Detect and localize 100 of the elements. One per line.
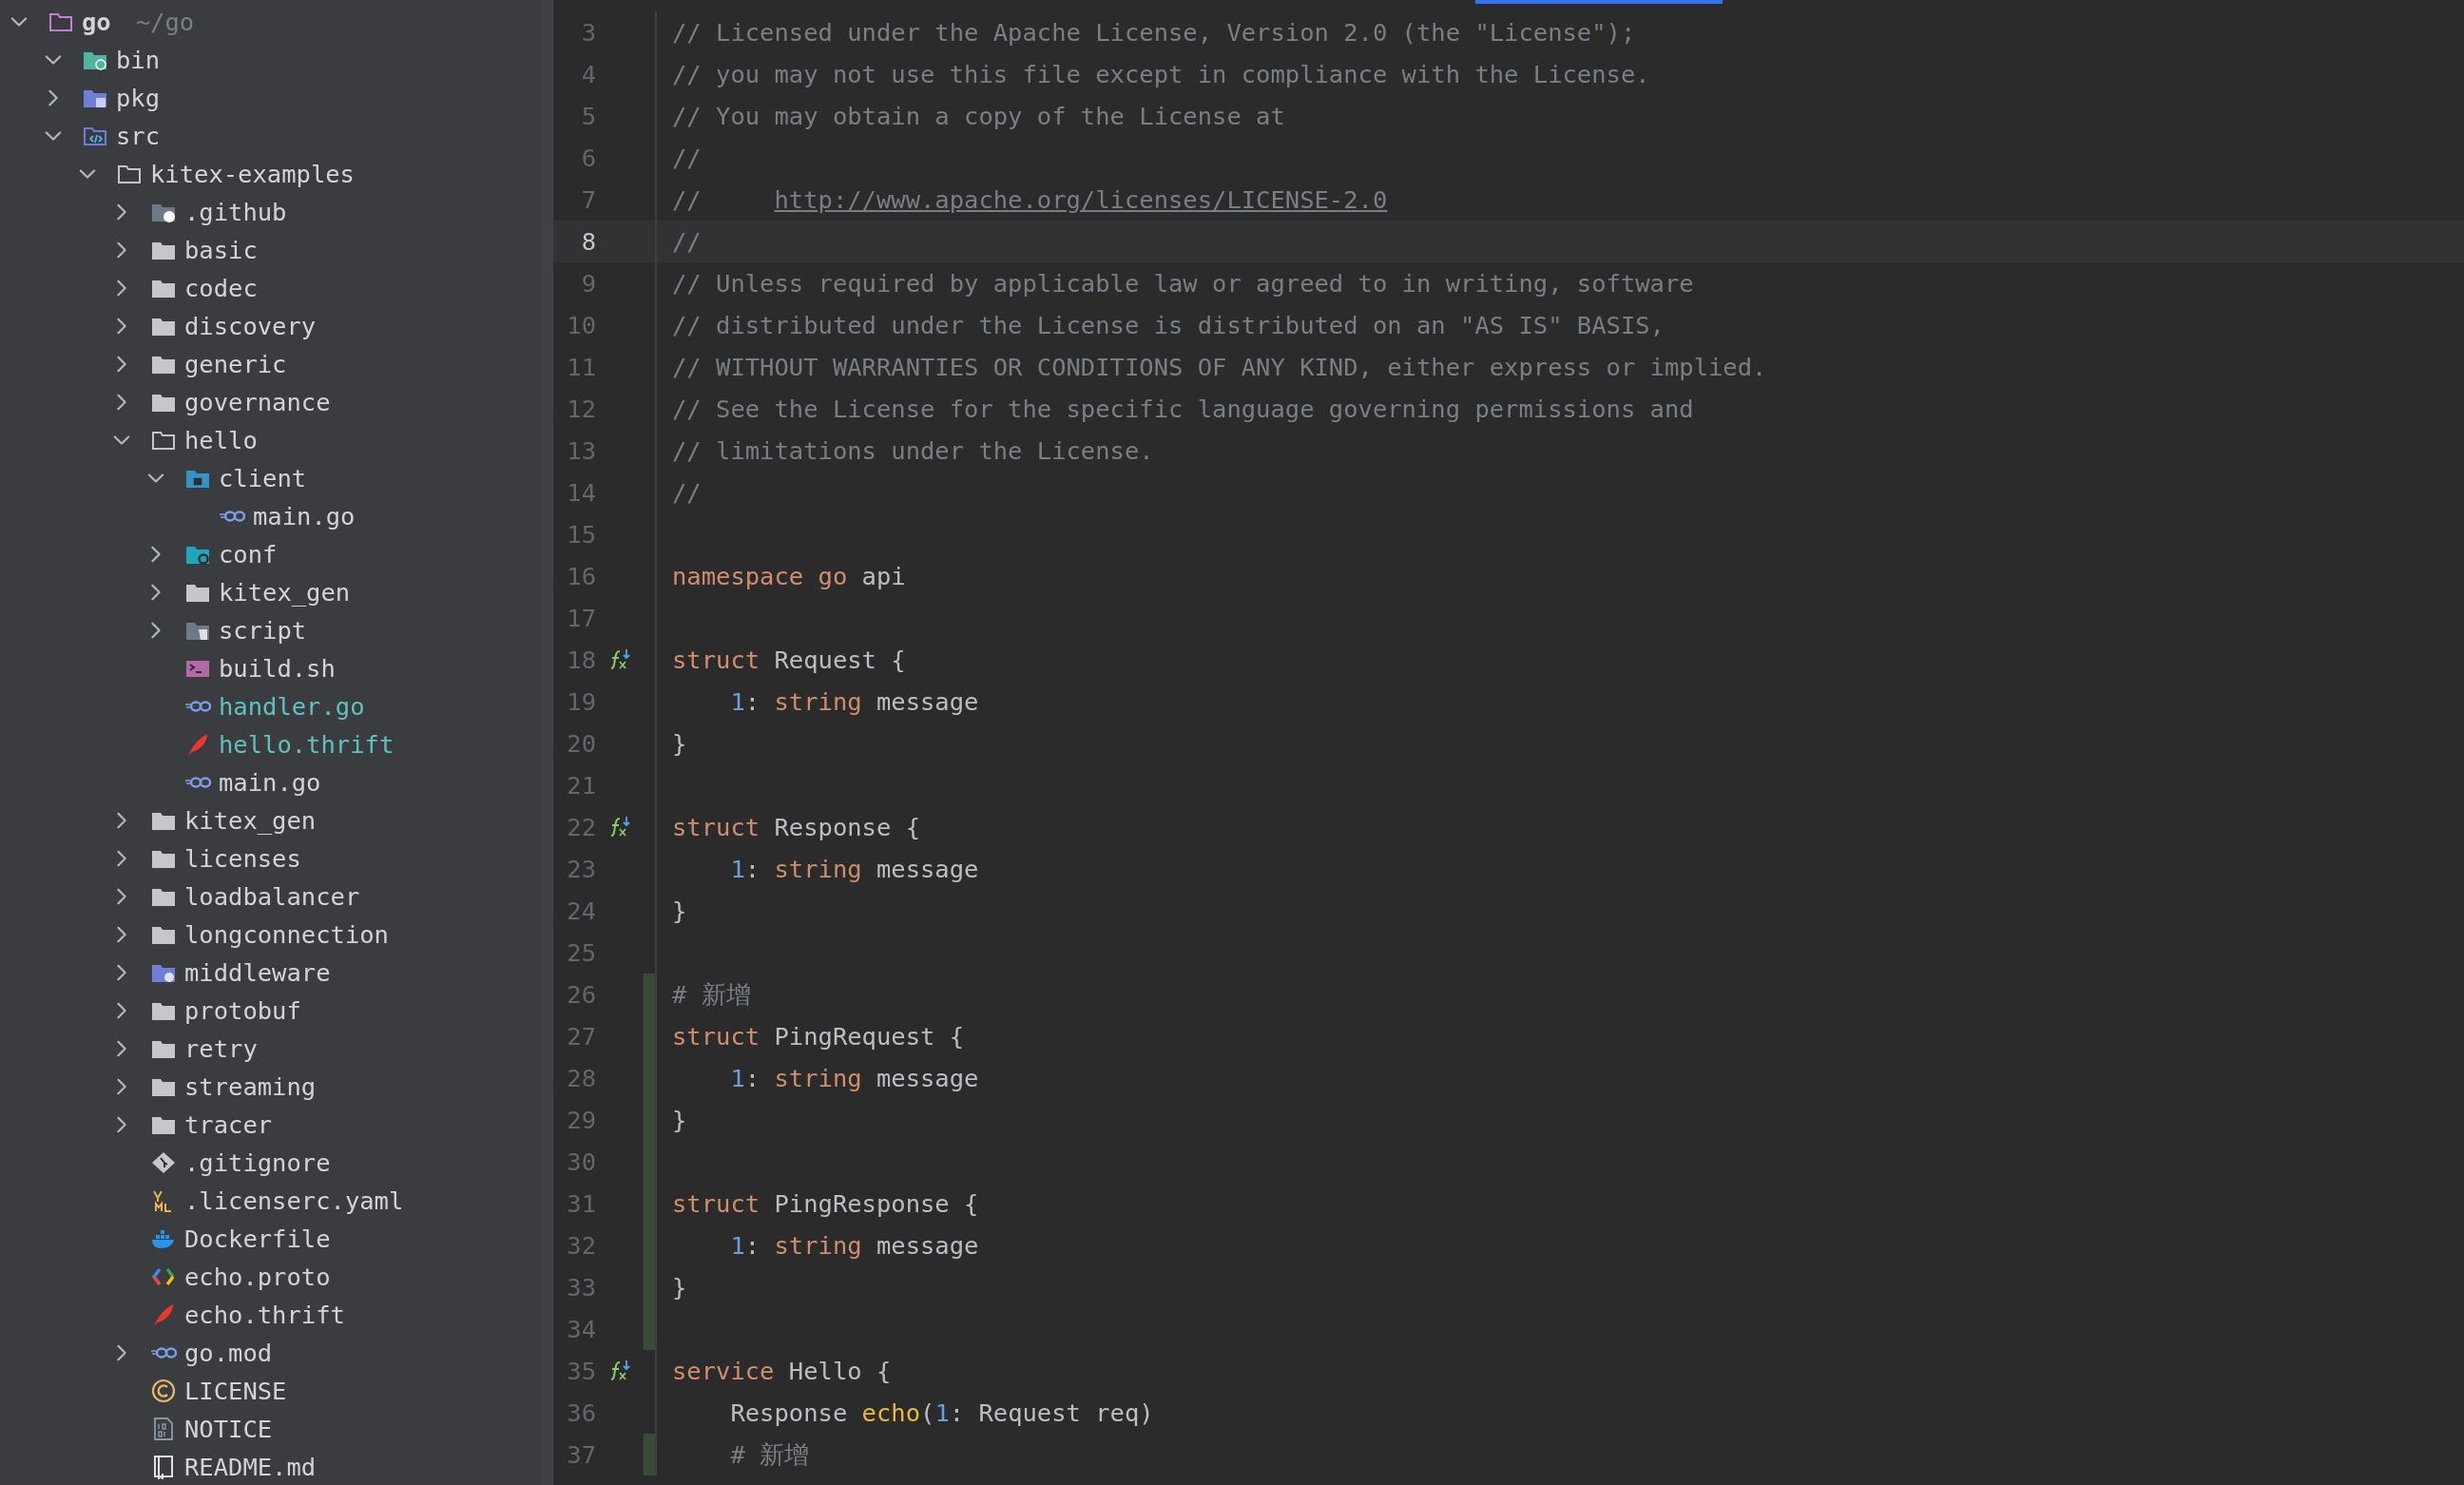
path-hint: ~/go bbox=[135, 8, 195, 36]
tree-item[interactable]: handler.go bbox=[219, 692, 365, 721]
code-keyword: service bbox=[672, 1357, 775, 1385]
line-number: 34 bbox=[566, 1315, 596, 1343]
line-number: 9 bbox=[580, 269, 596, 298]
tree-item[interactable]: bin bbox=[116, 46, 161, 74]
tree-item[interactable]: streaming bbox=[184, 1072, 317, 1101]
code-text: Response bbox=[729, 1398, 849, 1427]
tree-item[interactable]: NOTICE bbox=[184, 1415, 273, 1443]
tree-item[interactable]: .github bbox=[184, 198, 287, 226]
tree-item[interactable]: .gitignore bbox=[184, 1148, 331, 1177]
code-keyword: namespace go bbox=[672, 562, 848, 590]
code-comment: // bbox=[672, 227, 702, 256]
line-number: 11 bbox=[566, 353, 596, 381]
line-number: 16 bbox=[566, 562, 596, 590]
line-number: 33 bbox=[566, 1273, 596, 1302]
tree-item[interactable]: codec bbox=[184, 274, 258, 302]
code-function: echo bbox=[861, 1398, 920, 1427]
line-number: 4 bbox=[580, 60, 596, 88]
tree-item[interactable]: discovery bbox=[184, 312, 317, 340]
tree-item[interactable]: Dockerfile bbox=[184, 1225, 331, 1253]
code-number: 1 bbox=[729, 1231, 745, 1260]
code-keyword: string bbox=[774, 855, 862, 883]
line-number: 26 bbox=[566, 980, 596, 1009]
code-text: : bbox=[744, 687, 761, 716]
line-number: 8 bbox=[580, 227, 596, 256]
line-number: 15 bbox=[566, 520, 596, 549]
tree-item[interactable]: hello bbox=[184, 426, 258, 454]
line-number: 35 bbox=[566, 1357, 596, 1385]
line-number: 23 bbox=[566, 855, 596, 883]
tree-item[interactable]: main.go bbox=[219, 768, 321, 797]
code-number: 1 bbox=[934, 1398, 950, 1427]
tree-item[interactable]: protobuf bbox=[184, 996, 301, 1025]
code-number: 1 bbox=[729, 687, 745, 716]
tree-item[interactable]: go.mod bbox=[184, 1339, 273, 1367]
line-number: 29 bbox=[566, 1106, 596, 1134]
line-number: 7 bbox=[580, 185, 596, 214]
tree-item[interactable]: retry bbox=[184, 1034, 258, 1063]
line-number: 18 bbox=[566, 646, 596, 674]
code-comment: // bbox=[672, 478, 702, 507]
tree-item[interactable]: kitex-examples bbox=[150, 160, 355, 188]
code-text: : bbox=[744, 1231, 761, 1260]
change-marker[interactable] bbox=[644, 1434, 655, 1475]
code-comment: // Unless required by applicable law or agreed to in writing, software bbox=[672, 269, 1694, 298]
tree-item[interactable]: .licenserc.yaml bbox=[184, 1186, 404, 1215]
line-number: 30 bbox=[566, 1148, 596, 1176]
code-text: : bbox=[744, 1064, 761, 1092]
line-number: 28 bbox=[566, 1064, 596, 1092]
code-keyword: struct bbox=[672, 1022, 760, 1051]
line-number: 12 bbox=[566, 395, 596, 423]
code-text: : Request req) bbox=[949, 1398, 1154, 1427]
line-number: 10 bbox=[566, 311, 596, 339]
tree-item[interactable]: loadbalancer bbox=[184, 882, 360, 911]
tree-item[interactable]: client bbox=[219, 464, 307, 492]
tree-item[interactable]: conf bbox=[219, 540, 278, 569]
tree-item[interactable]: middleware bbox=[184, 958, 331, 987]
tree-item[interactable]: basic bbox=[184, 236, 258, 264]
code-comment: // WITHOUT WARRANTIES OR CONDITIONS OF ANY KIND, either express or implied. bbox=[672, 353, 1767, 381]
tree-item[interactable]: echo.thrift bbox=[184, 1301, 345, 1329]
line-number: 13 bbox=[566, 436, 596, 465]
tree-item[interactable]: README.md bbox=[184, 1453, 317, 1481]
code-text: Response { bbox=[773, 813, 920, 841]
tree-item[interactable]: src bbox=[116, 122, 161, 150]
tree-item[interactable]: script bbox=[219, 616, 307, 645]
tree-item[interactable]: echo.proto bbox=[184, 1263, 331, 1291]
tree-item[interactable]: main.go bbox=[253, 502, 356, 530]
change-marker[interactable] bbox=[644, 974, 655, 1015]
tree-item[interactable]: tracer bbox=[184, 1110, 273, 1139]
tree-item[interactable]: generic bbox=[184, 350, 287, 378]
tree-item[interactable]: longconnection bbox=[184, 920, 389, 949]
line-number: 20 bbox=[566, 729, 596, 758]
code-comment: // See the License for the specific language governing permissions and bbox=[672, 395, 1694, 423]
change-marker[interactable] bbox=[644, 1308, 655, 1350]
tree-item[interactable]: build.sh bbox=[219, 654, 336, 683]
code-comment: // bbox=[672, 185, 703, 214]
line-number: 36 bbox=[566, 1398, 596, 1427]
code-text: message bbox=[875, 1231, 979, 1260]
code-comment: // Licensed under the Apache License, Version 2.0 (the "License"); bbox=[672, 18, 1636, 47]
tree-item[interactable]: LICENSE bbox=[184, 1377, 287, 1405]
code-text: } bbox=[672, 1106, 687, 1134]
code-text: ( bbox=[920, 1398, 935, 1427]
line-number: 3 bbox=[580, 18, 596, 47]
line-number: 24 bbox=[566, 897, 596, 925]
line-number: 17 bbox=[566, 604, 596, 632]
line-number: 32 bbox=[566, 1231, 596, 1260]
tree-item[interactable]: go bbox=[82, 8, 111, 36]
code-keyword: string bbox=[774, 1231, 862, 1260]
tree-item[interactable]: kitex_gen bbox=[219, 578, 351, 607]
code-number: 1 bbox=[729, 1064, 745, 1092]
tree-item[interactable]: governance bbox=[184, 388, 331, 416]
code-comment: // you may not use this file except in compliance with the License. bbox=[672, 60, 1650, 88]
line-number: 25 bbox=[566, 938, 596, 967]
code-text: } bbox=[672, 1273, 687, 1302]
tree-item[interactable]: hello.thrift bbox=[219, 730, 395, 759]
code-text: message bbox=[875, 687, 979, 716]
code-keyword: struct bbox=[672, 813, 760, 841]
tree-item[interactable]: kitex_gen bbox=[184, 806, 317, 835]
line-number: 22 bbox=[566, 813, 596, 841]
tree-item[interactable]: licenses bbox=[184, 844, 301, 873]
tree-item[interactable]: pkg bbox=[116, 84, 161, 112]
